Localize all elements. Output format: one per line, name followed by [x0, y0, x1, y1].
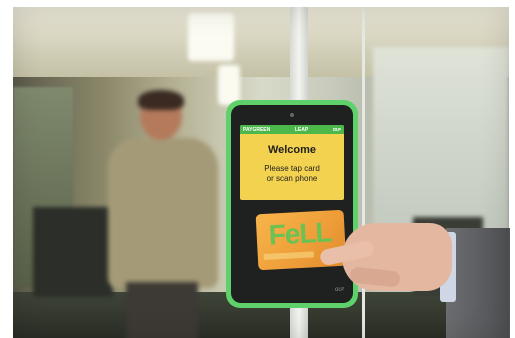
- ceiling-light: [188, 13, 234, 61]
- instruction-text: Please tap card or scan phone: [240, 164, 344, 184]
- card-stripe: [263, 251, 314, 260]
- hand: [318, 215, 460, 300]
- passenger-legs: [126, 282, 198, 338]
- camera-icon: [290, 113, 294, 117]
- passenger-torso: [108, 138, 218, 288]
- instruction-line-1: Please tap card: [264, 164, 320, 173]
- top-mid-label: LEAP: [294, 126, 309, 133]
- seat: [33, 207, 113, 297]
- passenger: [108, 90, 228, 338]
- passenger-hair: [138, 90, 184, 110]
- top-left-label: PAYGREEN: [243, 126, 271, 133]
- reader-screen: PAYGREEN LEAP ɑʊᵖ Welcome Please tap car…: [240, 125, 344, 200]
- instruction-line-2: or scan phone: [266, 174, 318, 183]
- screen-top-bar: PAYGREEN LEAP ɑʊᵖ: [240, 125, 344, 134]
- top-right-label: ɑʊᵖ: [332, 126, 341, 133]
- welcome-text: Welcome: [267, 144, 317, 156]
